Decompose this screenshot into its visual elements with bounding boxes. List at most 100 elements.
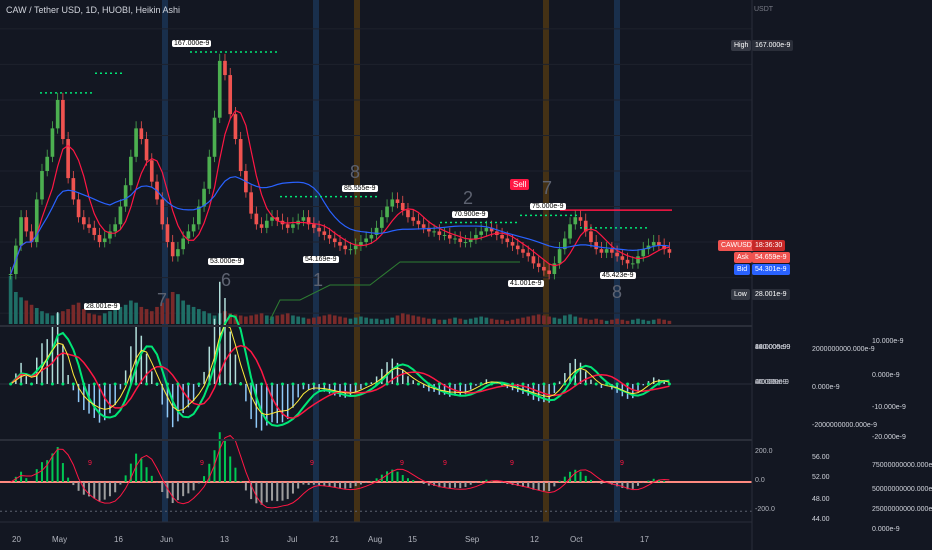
volume-bar	[364, 317, 368, 324]
candle-body	[61, 99, 65, 140]
candle-body	[264, 220, 269, 228]
zero-dot	[385, 382, 389, 386]
candle-body	[411, 217, 416, 221]
low-label: Low	[734, 291, 747, 298]
volume-bar	[468, 318, 473, 324]
zero-dot	[594, 382, 598, 386]
volume-bar	[510, 319, 515, 324]
volume-bar	[280, 314, 285, 324]
zero-dot	[542, 382, 546, 386]
zero-dot	[61, 382, 65, 386]
zero-dot	[71, 382, 75, 386]
zero-dot	[657, 382, 661, 386]
zero-dot	[531, 382, 535, 386]
volume-bar	[71, 304, 76, 324]
volume-bar	[254, 314, 259, 324]
time-axis-label: Jul	[287, 535, 298, 544]
osc2-scale-label: -200.0	[755, 506, 775, 514]
volume-bar	[81, 309, 86, 324]
volume-bar	[92, 314, 97, 324]
high-label: High	[734, 42, 749, 49]
volume-bar	[369, 318, 374, 324]
candle-body	[636, 256, 640, 264]
volume-bar	[625, 320, 630, 324]
volume-bar	[646, 320, 651, 324]
zero-dot	[176, 382, 180, 386]
osc1-right-label: 0.000e-9	[872, 372, 900, 379]
chart-canvas[interactable]	[0, 0, 932, 550]
volume-bar	[620, 319, 625, 324]
candle-body	[102, 238, 107, 243]
price-point-label: 45.423e-9	[600, 271, 636, 279]
high-value: 167.000e-9	[752, 40, 794, 51]
volume-bar	[390, 317, 395, 324]
volume-bar	[479, 316, 483, 324]
candle-body	[651, 242, 656, 246]
volume-bar	[583, 318, 588, 324]
candle-body	[118, 206, 123, 225]
osc1-right-label: 10.000e-9	[872, 338, 904, 345]
candle-body	[71, 178, 76, 200]
volume-bar	[662, 319, 666, 324]
candle-body	[81, 217, 86, 225]
volume-bar	[651, 319, 656, 324]
zero-dot	[573, 382, 577, 386]
wave-count-label: 7	[542, 178, 553, 198]
volume-bar	[291, 315, 295, 324]
zero-dot	[511, 382, 515, 386]
candle-body	[348, 249, 353, 251]
candle-body	[578, 217, 583, 221]
candle-body	[542, 266, 546, 271]
osc2-right-label: 0.000e-9	[872, 526, 900, 533]
volume-bar	[108, 311, 112, 324]
candle-body	[510, 242, 515, 246]
wave-count-label: 6	[221, 270, 232, 290]
zero-dot	[291, 382, 295, 386]
candle-body	[536, 263, 541, 267]
candle-body	[170, 242, 175, 257]
zero-dot	[552, 382, 556, 386]
zero-dot	[416, 382, 420, 386]
candle-body	[458, 238, 463, 243]
wave-count-label: 2	[463, 188, 474, 208]
wave-count-label: 8	[612, 282, 623, 302]
zero-dot	[103, 382, 107, 386]
osc1-scale-label: -40.000e-9	[755, 379, 789, 386]
volume-bar	[578, 317, 583, 324]
candle-body	[123, 185, 128, 207]
price-point-label: 167.000e-9	[172, 39, 212, 47]
volume-bar	[400, 313, 405, 324]
zero-dot	[113, 382, 117, 386]
volume-bar	[181, 300, 185, 324]
osc2-marker-label: 9	[310, 460, 314, 467]
chart-title: CAW / Tether USD, 1D, HUOBI, Heikin Ashi	[6, 5, 181, 15]
volume-bar	[343, 317, 348, 324]
volume-bar	[406, 314, 410, 324]
volume-bar	[594, 318, 599, 324]
candle-body	[343, 245, 348, 250]
volume-bar	[610, 319, 614, 324]
time-axis-label: Oct	[570, 535, 583, 544]
candle-body	[400, 202, 405, 211]
volume-bars	[8, 276, 672, 324]
candle-body	[40, 171, 44, 200]
zero-dot	[333, 382, 337, 386]
osc2-right-label: 25000000000.000e-9	[872, 506, 932, 513]
volume-bar	[332, 315, 337, 324]
volume-bar	[542, 315, 546, 324]
candle-body	[285, 224, 290, 228]
volume-bar	[244, 316, 248, 324]
time-axis-label: 21	[330, 535, 339, 544]
volume-bar	[14, 292, 18, 324]
volume-bar	[432, 318, 436, 324]
candle-body	[249, 192, 253, 214]
osc2-scale-label: 200.0	[755, 447, 773, 455]
candle-body	[620, 256, 625, 260]
candle-body	[604, 249, 609, 253]
volume-bar	[317, 316, 321, 324]
sell-signal: Sell	[510, 179, 530, 190]
osc1-right-label: -20.000e-9	[872, 434, 906, 441]
osc2-marker-label: 9	[443, 460, 447, 467]
volume-bar	[562, 315, 567, 324]
volume-bar	[259, 313, 264, 324]
